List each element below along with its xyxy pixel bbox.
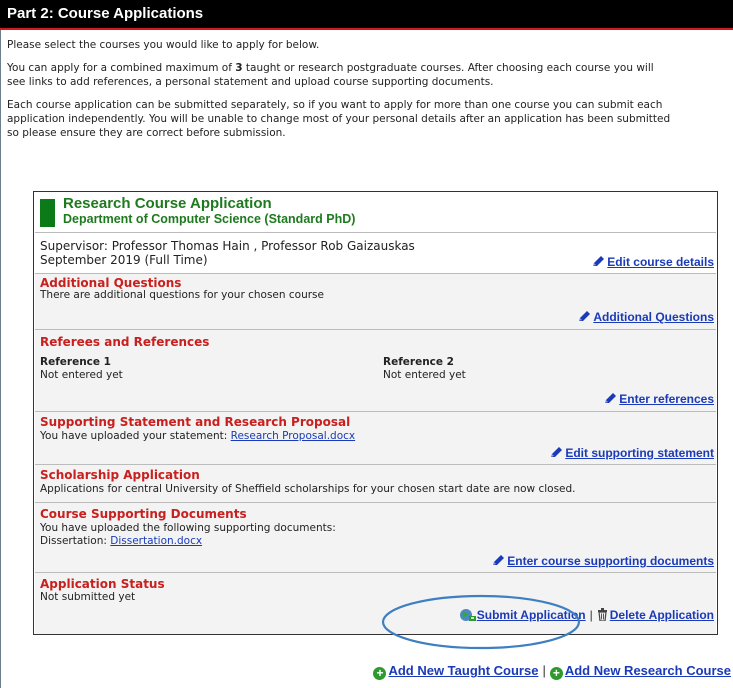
intro-line-2: You can apply for a combined maximum of … [7,61,733,75]
reference-1-label: Reference 1 [40,356,111,368]
pencil-icon [551,447,563,457]
application-title-bar: Research Course Application Department o… [34,192,717,232]
additional-questions-label: Additional Questions [593,310,714,324]
status-title: Application Status [40,577,165,591]
pencil-icon [605,393,617,403]
application-type: Research Course Application [63,195,272,212]
department-name: Department of Computer Science (Standard… [63,212,356,226]
add-research-course-link[interactable]: + Add New Research Course [549,663,731,680]
additional-questions-text: There are additional questions for your … [40,289,324,301]
status-text: Not submitted yet [40,591,136,603]
intro-line-4: Each course application can be submitted… [7,99,663,111]
intro-text: You can apply for a combined maximum of [7,62,236,74]
add-taught-course-link[interactable]: + Add New Taught Course [373,663,539,680]
edit-course-details-link[interactable]: Edit course details [592,255,714,269]
intro-text: taught or research postgraduate courses.… [242,62,654,74]
intro-line-6: so please ensure they are correct before… [7,127,286,139]
referees-section: Referees and References Reference 1 Not … [35,329,716,411]
intro-line-1: Please select the courses you would like… [7,39,320,51]
add-course-links: + Add New Taught Course | + Add New Research… [373,663,731,680]
dissertation-file-link[interactable]: Dissertation.docx [110,535,202,547]
edit-course-details-label: Edit course details [607,255,714,269]
documents-title: Course Supporting Documents [40,507,247,521]
statement-text: You have uploaded your statement: Resear… [40,430,355,443]
delete-application-link[interactable]: Delete Application [610,608,714,622]
enter-references-link[interactable]: Enter references [604,392,714,406]
scholarship-text: Applications for central University of S… [40,483,576,495]
pencil-icon [493,555,505,565]
scholarship-section: Scholarship Application Applications for… [35,464,716,502]
course-details-section: Supervisor: Professor Thomas Hain , Prof… [35,232,716,273]
highlight-ellipse [381,594,581,650]
add-icon: + [373,667,387,680]
intro-line-3: see links to add references, a personal … [7,76,494,88]
edit-supporting-statement-label: Edit supporting statement [565,446,714,460]
documents-text: You have uploaded the following supporti… [40,522,336,534]
reference-2-label: Reference 2 [383,356,454,368]
document-item: Dissertation: Dissertation.docx [40,535,202,548]
max-courses-count: 3 [235,62,243,74]
enter-supporting-documents-link[interactable]: Enter course supporting documents [492,554,714,568]
intro-line-5: application independently. You will be u… [7,113,671,125]
scholarship-title: Scholarship Application [40,468,200,482]
application-card: Research Course Application Department o… [33,191,718,635]
action-separator: | [589,608,593,622]
referees-title: Referees and References [40,335,210,349]
trash-icon [597,608,607,622]
supervisor-text: Supervisor: Professor Thomas Hain , Prof… [40,239,415,253]
documents-section: Course Supporting Documents You have upl… [35,502,716,572]
enter-references-label: Enter references [619,392,714,406]
reference-2-status: Not entered yet [383,369,466,381]
statement-section: Supporting Statement and Research Propos… [35,411,716,464]
additional-questions-link[interactable]: Additional Questions [578,310,714,324]
add-icon: + [549,667,563,680]
document-item-label: Dissertation: [40,535,111,547]
enter-supporting-documents-label: Enter course supporting documents [507,554,714,568]
pencil-icon [579,311,591,321]
additional-questions-section: Additional Questions There are additiona… [35,273,716,329]
section-title: Part 2: Course Applications [7,5,204,22]
add-taught-course-label: Add New Taught Course [388,663,539,678]
start-date-text: September 2019 (Full Time) [40,253,208,267]
statement-file-link[interactable]: Research Proposal.docx [231,430,355,442]
edit-supporting-statement-link[interactable]: Edit supporting statement [550,446,714,460]
statement-title: Supporting Statement and Research Propos… [40,415,351,429]
section-header: Part 2: Course Applications [0,0,733,30]
pencil-icon [593,256,605,266]
add-research-course-label: Add New Research Course [564,663,731,678]
status-section: Application Status Not submitted yet Sub… [35,572,716,634]
statement-text-prefix: You have uploaded your statement: [40,430,231,442]
reference-1-status: Not entered yet [40,369,123,381]
course-type-marker [40,199,55,227]
footer-separator: | [542,663,546,678]
